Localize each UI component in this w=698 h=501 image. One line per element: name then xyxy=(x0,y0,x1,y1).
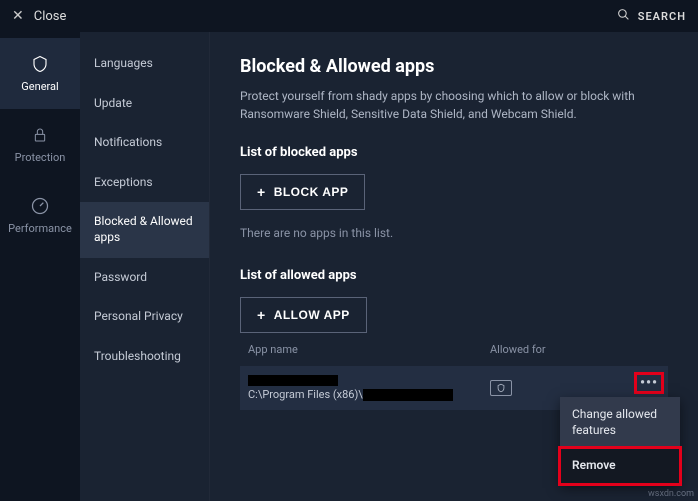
subnav-notifications[interactable]: Notifications xyxy=(80,123,209,163)
app-path: C:\Program Files (x86)\ xyxy=(248,388,363,401)
leftnav-label: Performance xyxy=(8,222,72,235)
leftnav-performance[interactable]: Performance xyxy=(0,180,80,251)
block-app-label: BLOCK APP xyxy=(274,185,349,199)
search-label: SEARCH xyxy=(638,10,686,23)
leftnav-label: Protection xyxy=(15,151,66,164)
subnav-languages[interactable]: Languages xyxy=(80,44,209,84)
topbar: ✕ Close SEARCH xyxy=(0,0,698,32)
allow-app-button[interactable]: + ALLOW APP xyxy=(240,297,367,333)
blocked-empty: There are no apps in this list. xyxy=(240,226,668,240)
subnav-password[interactable]: Password xyxy=(80,258,209,298)
allowed-for-cell xyxy=(490,380,660,396)
page-title: Blocked & Allowed apps xyxy=(240,56,668,77)
webcam-shield-icon xyxy=(490,380,512,396)
subnav-troubleshooting[interactable]: Troubleshooting xyxy=(80,337,209,377)
subnav-update[interactable]: Update xyxy=(80,84,209,124)
close-icon[interactable]: ✕ xyxy=(12,8,24,24)
shield-icon xyxy=(30,54,50,74)
subnav-privacy[interactable]: Personal Privacy xyxy=(80,297,209,337)
plus-icon: + xyxy=(257,308,266,322)
allow-app-label: ALLOW APP xyxy=(274,308,350,322)
search-icon xyxy=(617,8,630,25)
subnav: Languages Update Notifications Exception… xyxy=(80,32,210,501)
close-group[interactable]: ✕ Close xyxy=(12,8,66,24)
allowed-table-head: App name Allowed for xyxy=(240,333,668,366)
allowed-heading: List of allowed apps xyxy=(240,268,668,283)
search-group[interactable]: SEARCH xyxy=(617,8,686,25)
row-more-button[interactable]: ••• xyxy=(636,374,662,392)
ctx-change-features[interactable]: Change allowed features xyxy=(560,397,680,448)
block-app-button[interactable]: + BLOCK APP xyxy=(240,174,365,210)
leftnav-general[interactable]: General xyxy=(0,38,80,109)
blocked-heading: List of blocked apps xyxy=(240,145,668,160)
context-menu: Change allowed features Remove xyxy=(560,397,680,484)
lock-icon xyxy=(30,125,50,145)
subnav-blocked-allowed[interactable]: Blocked & Allowed apps xyxy=(80,202,209,257)
page-desc: Protect yourself from shady apps by choo… xyxy=(240,87,660,123)
redacted-path-tail xyxy=(363,389,453,401)
redacted-app-name xyxy=(248,375,338,386)
leftnav-protection[interactable]: Protection xyxy=(0,109,80,180)
col-allowed-for: Allowed for xyxy=(490,343,660,356)
gauge-icon xyxy=(30,196,50,216)
leftnav: General Protection Performance xyxy=(0,32,80,501)
subnav-exceptions[interactable]: Exceptions xyxy=(80,163,209,203)
leftnav-label: General xyxy=(21,80,58,93)
col-app-name: App name xyxy=(248,343,490,356)
close-label: Close xyxy=(34,9,67,24)
app-cell: C:\Program Files (x86)\ xyxy=(248,375,490,401)
ctx-remove[interactable]: Remove xyxy=(560,448,680,484)
watermark: wsxdn.com xyxy=(648,489,694,499)
plus-icon: + xyxy=(257,185,266,199)
